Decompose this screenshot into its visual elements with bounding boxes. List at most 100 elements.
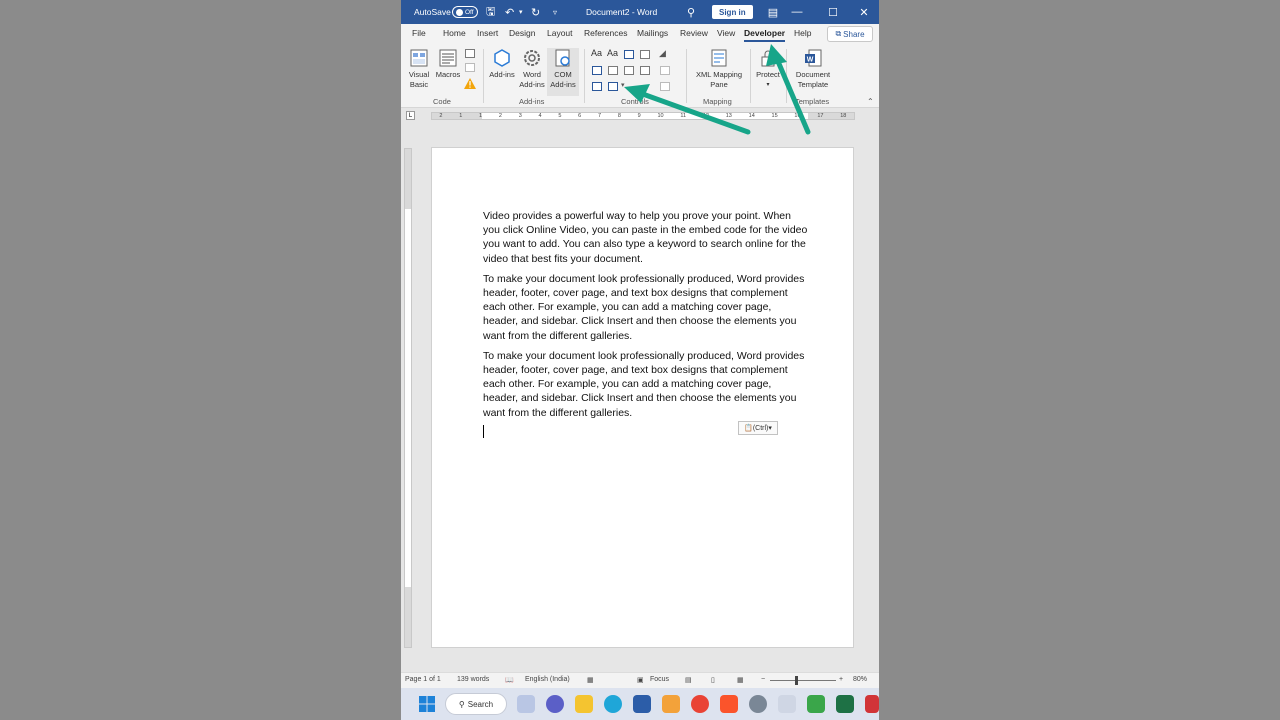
date-picker-control-icon[interactable]: [640, 66, 650, 75]
focus-label[interactable]: Focus: [650, 676, 669, 683]
app-icon[interactable]: [662, 695, 680, 713]
collapse-ribbon-icon[interactable]: ⌃: [867, 97, 874, 106]
focus-icon[interactable]: ▣: [637, 676, 644, 684]
ruler-number: 10: [657, 113, 664, 119]
proofing-icon[interactable]: 📖: [505, 676, 514, 684]
sign-in-button[interactable]: Sign in: [712, 5, 753, 19]
tab-design[interactable]: Design: [509, 28, 535, 42]
visual-basic-button[interactable]: Visual Basic: [407, 48, 431, 90]
picture-control-icon[interactable]: [624, 50, 634, 59]
undo-icon[interactable]: ↶: [505, 0, 514, 24]
print-layout-icon[interactable]: ▯: [711, 676, 715, 684]
word-count[interactable]: 139 words: [457, 676, 489, 683]
paste-options-button[interactable]: 📋 (Ctrl) ▾: [738, 421, 778, 435]
tab-review[interactable]: Review: [680, 28, 708, 42]
share-button[interactable]: ⧉ Share: [827, 26, 873, 42]
checkbox-control-icon[interactable]: [592, 66, 602, 75]
protect-label: Protect: [756, 70, 780, 79]
search-icon[interactable]: ⚲: [687, 0, 695, 24]
ruler-number: 1: [479, 113, 483, 119]
video-letterbox-left: [0, 0, 401, 720]
photos-icon[interactable]: [778, 695, 796, 713]
zoom-slider[interactable]: [770, 680, 836, 681]
read-mode-icon[interactable]: ▤: [685, 676, 692, 684]
status-bar: Page 1 of 1 139 words 📖 English (India) …: [401, 672, 879, 688]
close-icon[interactable]: ✕: [852, 0, 876, 24]
page-count[interactable]: Page 1 of 1: [405, 676, 441, 683]
com-add-ins-icon: [555, 49, 570, 67]
legacy-tools-dropdown-icon[interactable]: ▾: [621, 81, 625, 89]
macros-button[interactable]: Macros: [435, 48, 461, 80]
tab-developer[interactable]: Developer: [744, 28, 786, 42]
protect-button[interactable]: Protect ▾: [753, 48, 783, 90]
com-add-ins-button[interactable]: COM Add-ins: [547, 48, 579, 96]
legacy-tools-icon[interactable]: [608, 82, 618, 91]
widgets-icon[interactable]: [517, 695, 535, 713]
document-template-button[interactable]: W Document Template: [791, 48, 835, 90]
chat-icon[interactable]: [546, 695, 564, 713]
tab-layout[interactable]: Layout: [547, 28, 573, 42]
windows-start-icon[interactable]: [419, 696, 435, 712]
properties-icon[interactable]: [660, 66, 670, 75]
xml-mapping-pane-button[interactable]: XML Mapping Pane: [691, 48, 747, 90]
paragraph[interactable]: To make your document look professionall…: [483, 272, 808, 343]
record-macro-icon[interactable]: [465, 49, 475, 58]
tab-home[interactable]: Home: [443, 28, 466, 42]
plain-text-control-icon[interactable]: Aa: [607, 48, 618, 58]
tab-references[interactable]: References: [584, 28, 627, 42]
store-icon[interactable]: [633, 695, 651, 713]
customize-qat-icon[interactable]: ▿: [553, 0, 557, 24]
combo-box-control-icon[interactable]: [608, 66, 618, 75]
camtasia-icon[interactable]: [807, 695, 825, 713]
tab-file[interactable]: File: [412, 28, 426, 42]
ruler-number: 17: [817, 113, 824, 119]
save-icon[interactable]: 🖫: [486, 0, 495, 24]
tab-selector-icon[interactable]: L: [406, 111, 415, 120]
autosave-toggle[interactable]: Off: [452, 6, 478, 18]
dropdown-list-control-icon[interactable]: [624, 66, 634, 75]
add-ins-button[interactable]: Add-ins: [489, 48, 515, 80]
accessibility-icon[interactable]: ▦: [587, 676, 594, 684]
group-control-icon[interactable]: [660, 82, 670, 91]
chrome-icon[interactable]: [691, 695, 709, 713]
tab-help[interactable]: Help: [794, 28, 811, 42]
minimize-icon[interactable]: —: [785, 0, 809, 24]
excel-icon[interactable]: [836, 695, 854, 713]
pause-recording-icon[interactable]: [465, 63, 475, 72]
horizontal-ruler: L 2 1 1 2 3 4 5 6 7 8 9 10 11 12 13 14 1…: [401, 108, 879, 124]
macro-security-icon[interactable]: [464, 78, 476, 89]
design-mode-icon[interactable]: ◢: [659, 48, 666, 59]
zoom-in-icon[interactable]: +: [839, 676, 843, 683]
word-add-ins-button[interactable]: Word Add-ins: [515, 48, 549, 90]
zoom-level[interactable]: 80%: [853, 676, 867, 683]
taskbar-search[interactable]: ⚲ Search: [445, 693, 507, 715]
tab-insert[interactable]: Insert: [477, 28, 498, 42]
share-label: Share: [843, 29, 865, 39]
ruler-number: 18: [840, 113, 847, 119]
autosave-state: Off: [465, 8, 474, 16]
repeating-section-control-icon[interactable]: [592, 82, 602, 91]
zoom-out-icon[interactable]: −: [761, 676, 765, 683]
edge-icon[interactable]: [604, 695, 622, 713]
redo-icon[interactable]: ↻: [531, 0, 540, 24]
rich-text-control-icon[interactable]: Aa: [591, 48, 602, 58]
undo-dropdown-icon[interactable]: ▾: [519, 0, 523, 24]
paragraph[interactable]: To make your document look professionall…: [483, 349, 808, 420]
building-block-control-icon[interactable]: [640, 50, 650, 59]
tab-view[interactable]: View: [717, 28, 735, 42]
document-page[interactable]: Video provides a powerful way to help yo…: [431, 147, 854, 648]
zoom-slider-thumb[interactable]: [795, 676, 798, 685]
brave-icon[interactable]: [720, 695, 738, 713]
web-layout-icon[interactable]: ▦: [737, 676, 744, 684]
ribbon-display-icon[interactable]: ▤: [761, 0, 785, 24]
powerpoint-icon[interactable]: [865, 695, 879, 713]
maximize-icon[interactable]: ☐: [821, 0, 845, 24]
settings-icon[interactable]: [749, 695, 767, 713]
tab-mailings[interactable]: Mailings: [637, 28, 668, 42]
document-body[interactable]: Video provides a powerful way to help yo…: [483, 209, 808, 426]
language[interactable]: English (India): [525, 676, 570, 683]
paragraph[interactable]: Video provides a powerful way to help yo…: [483, 209, 808, 266]
ribbon-tabs: File Home Insert Design Layout Reference…: [401, 24, 879, 44]
group-separator: [584, 49, 585, 103]
file-explorer-icon[interactable]: [575, 695, 593, 713]
